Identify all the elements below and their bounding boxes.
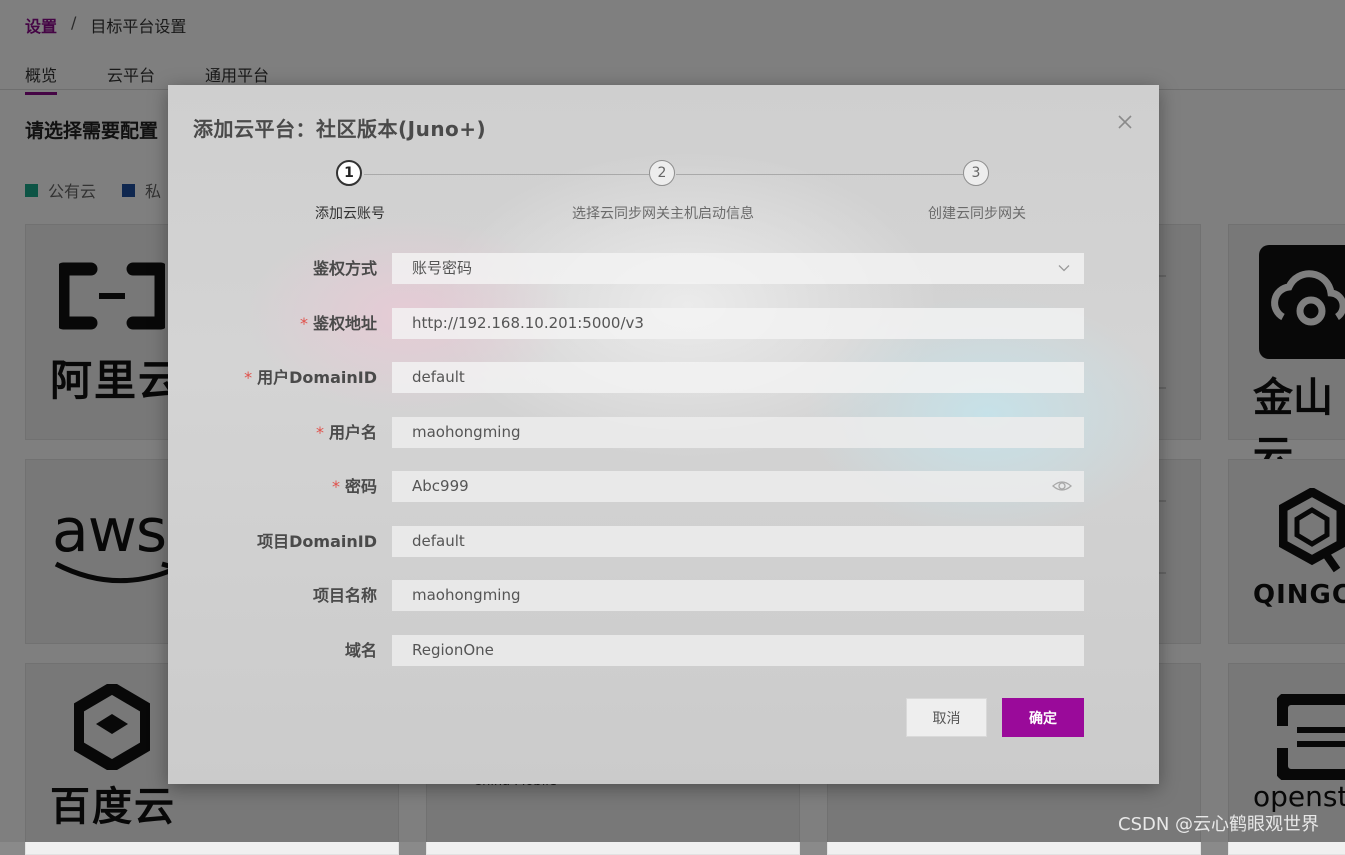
auth-method-label: 鉴权方式 (313, 253, 377, 284)
eye-icon[interactable] (1052, 478, 1072, 494)
user-domain-input[interactable]: default (392, 362, 1084, 393)
project-name-label: 项目名称 (313, 580, 377, 611)
project-domain-input[interactable]: default (392, 526, 1084, 557)
password-label-text: 密码 (344, 477, 377, 496)
required-mark: * (315, 423, 324, 442)
dialog-title: 添加云平台：社区版本(Juno+) (193, 117, 487, 141)
stepper: 1 2 3 添加云账号 选择云同步网关主机启动信息 创建云同步网关 (168, 160, 1159, 230)
auth-url-input[interactable]: http://192.168.10.201:5000/v3 (392, 308, 1084, 339)
username-input[interactable]: maohongming (392, 417, 1084, 448)
project-name-label-text: 项目名称 (312, 586, 377, 605)
cancel-button[interactable]: 取消 (906, 698, 987, 737)
project-domain-label-text: 项目DomainID (257, 532, 377, 551)
step-1-circle: 1 (336, 160, 362, 186)
auth-url-row: * 鉴权地址 http://192.168.10.201:5000/v3 (168, 308, 1159, 339)
step-2-label: 选择云同步网关主机启动信息 (572, 206, 754, 222)
csdn-watermark: CSDN @云心鹤眼观世界 (1118, 814, 1320, 835)
close-icon[interactable] (1114, 111, 1136, 133)
project-name-row: 项目名称 maohongming (168, 580, 1159, 611)
user-domain-row: * 用户DomainID default (168, 362, 1159, 393)
password-label: * 密码 (332, 471, 377, 502)
auth-url-label-text: 鉴权地址 (312, 314, 377, 333)
step-connector (364, 174, 649, 175)
confirm-button[interactable]: 确定 (1002, 698, 1084, 737)
region-input[interactable]: RegionOne (392, 635, 1084, 666)
project-name-input[interactable]: maohongming (392, 580, 1084, 611)
required-mark: * (331, 477, 340, 496)
step-1-label: 添加云账号 (315, 206, 385, 222)
auth-method-label-text: 鉴权方式 (312, 259, 377, 278)
project-domain-label: 项目DomainID (257, 526, 377, 557)
auth-url-label: * 鉴权地址 (300, 308, 377, 339)
step-3-circle: 3 (963, 160, 989, 186)
required-mark: * (244, 368, 253, 387)
username-row: * 用户名 maohongming (168, 417, 1159, 448)
password-row: * 密码 Abc999 (168, 471, 1159, 502)
step-2-circle: 2 (649, 160, 675, 186)
auth-method-row: 鉴权方式 账号密码 (168, 253, 1159, 284)
region-label: 域名 (345, 635, 377, 666)
password-value: Abc999 (412, 477, 469, 495)
chevron-down-icon (1058, 265, 1070, 272)
password-input[interactable]: Abc999 (392, 471, 1084, 502)
auth-method-value: 账号密码 (412, 259, 473, 277)
username-label-text: 用户名 (328, 423, 377, 442)
user-domain-label-text: 用户DomainID (257, 368, 377, 387)
auth-method-select[interactable]: 账号密码 (392, 253, 1084, 284)
username-label: * 用户名 (316, 417, 377, 448)
add-cloud-platform-dialog: 添加云平台：社区版本(Juno+) 1 2 3 添加云账号 选择云同步网关主机启… (168, 85, 1159, 784)
step-3-label: 创建云同步网关 (928, 206, 1026, 222)
region-label-text: 域名 (344, 641, 377, 660)
user-domain-label: * 用户DomainID (244, 362, 377, 393)
step-connector (676, 174, 963, 175)
required-mark: * (299, 314, 308, 333)
region-row: 域名 RegionOne (168, 635, 1159, 666)
project-domain-row: 项目DomainID default (168, 526, 1159, 557)
